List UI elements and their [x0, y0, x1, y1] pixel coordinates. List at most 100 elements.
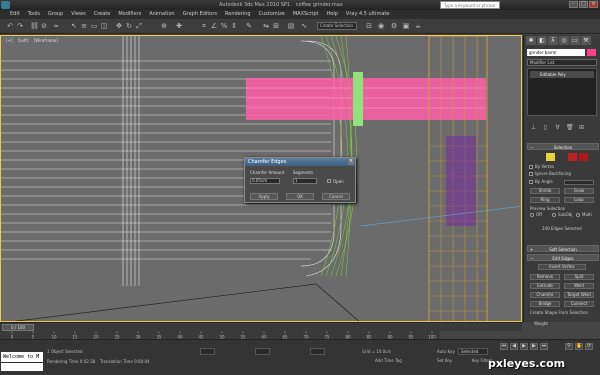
zoom-icon[interactable]: ⚲ [565, 343, 573, 350]
preview-off-radio[interactable]: Off [530, 212, 542, 218]
motion-tab-icon[interactable]: ◎ [559, 36, 569, 45]
open-checkbox[interactable]: Open [327, 179, 344, 184]
insert-vertex-button[interactable]: Insert Vertex [538, 264, 586, 270]
grow-button[interactable]: Grow [564, 188, 594, 194]
show-end-result-icon[interactable]: ▯ [542, 124, 549, 131]
pan-icon[interactable]: ✋ [575, 343, 583, 350]
viewport-label[interactable]: [+] [Left] [Wireframe] [6, 38, 62, 43]
redo-icon[interactable]: ↷ [16, 22, 24, 30]
coord-x-field[interactable] [200, 348, 215, 355]
split-button[interactable]: Split [564, 274, 594, 280]
material-editor-icon[interactable]: ◉ [377, 22, 385, 30]
menu-item-create[interactable]: Create [94, 10, 111, 19]
auto-key-button[interactable]: Auto Key [437, 349, 455, 354]
pin-stack-icon[interactable]: ⊥ [530, 124, 537, 131]
select-rotate-icon[interactable]: ↻ [125, 22, 133, 30]
unlink-icon[interactable]: ⊘ [40, 22, 48, 30]
close-icon[interactable]: × [589, 1, 598, 8]
soft-selection-rollout-header[interactable]: + Soft Selection [527, 245, 599, 252]
modify-tab-icon[interactable]: ◧ [537, 36, 547, 45]
select-object-icon[interactable]: ↖ [70, 22, 78, 30]
remove-modifier-icon[interactable]: 🗑 [566, 124, 574, 131]
segments-input[interactable]: 1 [293, 178, 317, 184]
by-vertex-checkbox[interactable]: By Vertex [529, 164, 554, 170]
connect-button[interactable]: Connect [564, 301, 594, 307]
preview-multi-radio[interactable]: Multi [576, 212, 592, 218]
select-scale-icon[interactable]: ⤢ [135, 22, 143, 30]
menu-item-rendering[interactable]: Rendering [225, 10, 251, 19]
weld-button[interactable]: Weld [564, 283, 594, 289]
utilities-tab-icon[interactable]: ⚒ [581, 36, 591, 45]
rendered-frame-window-icon[interactable]: ▣ [402, 22, 410, 30]
chamfer-amount-input[interactable]: 0.05cm [250, 178, 280, 184]
select-manipulate-icon[interactable]: ✚ [175, 22, 183, 30]
dialog-close-icon[interactable]: × [348, 159, 354, 165]
object-color-swatch[interactable] [587, 49, 596, 56]
go-to-start-icon[interactable]: ⏮ [500, 343, 508, 350]
menu-item-group[interactable]: Group [48, 10, 63, 19]
next-frame-icon[interactable]: ▶ [530, 343, 538, 350]
edge-subobject-icon[interactable] [546, 153, 555, 161]
maxscript-output[interactable] [1, 363, 43, 371]
border-subobject-icon[interactable] [568, 153, 577, 161]
extrude-button[interactable]: Extrude [530, 283, 560, 289]
add-time-tag[interactable]: Add Time Tag [375, 358, 402, 363]
bridge-button[interactable]: Bridge [530, 301, 560, 307]
named-selection-icon[interactable]: ✎ [245, 22, 253, 30]
menu-item-help[interactable]: Help [327, 10, 338, 19]
menu-item-tools[interactable]: Tools [28, 10, 40, 19]
menu-item-animation[interactable]: Animation [149, 10, 175, 19]
snaps-toggle-icon[interactable]: ⌗ [200, 22, 208, 30]
select-move-icon[interactable]: ✥ [115, 22, 123, 30]
viewport-shading[interactable]: [Wireframe] [34, 38, 58, 43]
modifier-list-dropdown[interactable]: Modifier List [527, 59, 597, 66]
polygon-subobject-icon[interactable] [579, 153, 588, 161]
render-production-icon[interactable]: ☕ [414, 22, 422, 30]
spinner-snap-icon[interactable]: ⇕ [230, 22, 238, 30]
ignore-backfacing-checkbox[interactable]: Ignore Backfacing [529, 171, 571, 177]
app-logo-icon[interactable] [1, 1, 10, 9]
orbit-icon[interactable]: ⟳ [585, 343, 593, 350]
selection-rollout-header[interactable]: − Selection [527, 143, 599, 150]
menu-item-edit[interactable]: Edit [10, 10, 20, 19]
bind-space-warp-icon[interactable]: ≈ [52, 22, 60, 30]
stack-item-editable-poly[interactable]: Editable Poly [530, 71, 594, 78]
menu-item-graph-editors[interactable]: Graph Editors [183, 10, 217, 19]
create-shape-label[interactable]: Create Shape From Selection [530, 310, 588, 315]
loop-button[interactable]: Loop [564, 197, 594, 203]
undo-icon[interactable]: ↶ [6, 22, 14, 30]
minimize-icon[interactable]: – [569, 1, 578, 8]
shrink-button[interactable]: Shrink [530, 188, 560, 194]
remove-button[interactable]: Remove [530, 274, 560, 280]
play-icon[interactable]: ▶ [520, 343, 528, 350]
menu-item-maxscript[interactable]: MAXScript [293, 10, 319, 19]
align-icon[interactable]: ⊞ [272, 22, 280, 30]
schematic-view-icon[interactable]: ⊟ [365, 22, 373, 30]
timeline-ruler[interactable]: 0 5 10 15 20 25 30 35 40 45 50 55 60 65 70 75 80 85 90 95 10… [0, 331, 440, 340]
prev-frame-icon[interactable]: ◀ [510, 343, 518, 350]
menu-item-vray[interactable]: Vray 4.5 ultimate [346, 10, 390, 19]
render-setup-icon[interactable]: ⚙ [390, 22, 398, 30]
go-to-end-icon[interactable]: ⏭ [540, 343, 548, 350]
search-input[interactable]: Type a keyword or phrase [440, 1, 500, 9]
selection-region-icon[interactable]: ▭ [90, 22, 98, 30]
maxscript-listener[interactable]: Welcome to M [1, 352, 43, 362]
time-slider[interactable]: 0 / 100 [2, 324, 34, 331]
preview-subobj-radio[interactable]: SubObj [552, 212, 572, 218]
chamfer-button[interactable]: Chamfer [530, 292, 560, 298]
ring-button[interactable]: Ring [530, 197, 560, 203]
curve-editor-icon[interactable]: ∿ [300, 22, 308, 30]
object-name-field[interactable]: grinder barrel [527, 49, 585, 56]
angle-snap-icon[interactable]: ∠ [210, 22, 218, 30]
apply-button[interactable]: Apply [250, 193, 278, 200]
by-angle-spinner[interactable] [564, 180, 594, 185]
ok-button[interactable]: OK [286, 193, 314, 200]
named-selection-dropdown[interactable]: Create Selection [317, 22, 357, 30]
mirror-icon[interactable]: ⇋ [262, 22, 270, 30]
set-key-button[interactable]: Set Key [437, 358, 452, 363]
select-by-name-icon[interactable]: ≡ [80, 22, 88, 30]
display-tab-icon[interactable]: ▭ [570, 36, 580, 45]
pivot-center-icon[interactable]: ⊕ [160, 22, 168, 30]
window-crossing-icon[interactable]: ◫ [100, 22, 108, 30]
target-weld-button[interactable]: Target Weld [564, 292, 594, 298]
